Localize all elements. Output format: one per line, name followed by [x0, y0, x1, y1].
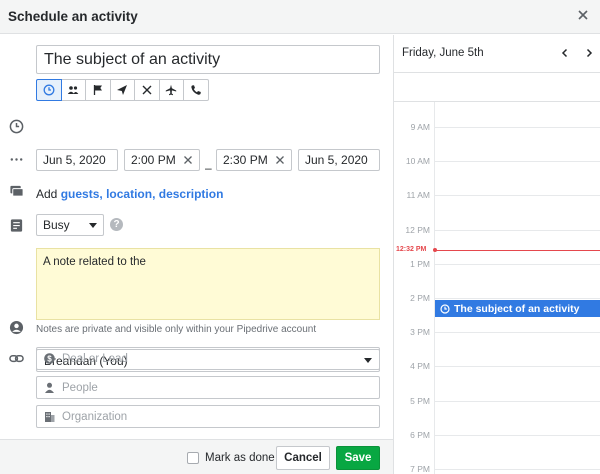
meeting-icon [68, 86, 79, 94]
hour-label: 12 PM [405, 224, 430, 235]
type-deadline-button[interactable] [85, 79, 111, 101]
hour-label: 5 PM [410, 395, 430, 406]
all-day-row[interactable] [394, 74, 600, 102]
chevron-right-icon[interactable] [582, 46, 596, 60]
cancel-button[interactable]: Cancel [276, 446, 330, 470]
hour-gridline [434, 366, 600, 368]
clock-row-icon [8, 118, 24, 134]
hour-label: 4 PM [410, 361, 430, 372]
hour-label: 1 PM [410, 258, 430, 269]
start-time-input[interactable]: 2:00 PM [124, 149, 200, 171]
clear-start-time-icon[interactable] [183, 155, 193, 165]
hour-gridline [434, 332, 600, 334]
deal-or-lead-input[interactable]: $ Deal or Lead [36, 347, 380, 370]
note-textarea[interactable]: A note related to the [36, 248, 380, 320]
hour-gridline [434, 434, 600, 436]
organization-input[interactable]: Organization [36, 405, 380, 428]
add-location-link[interactable]: location, [106, 187, 155, 201]
type-email-button[interactable] [109, 79, 135, 101]
mark-as-done-toggle[interactable]: Mark as done [187, 452, 275, 464]
hour-gridline [434, 469, 600, 470]
more-icon [8, 151, 24, 167]
mark-as-done-checkbox[interactable] [187, 452, 199, 464]
add-description-link[interactable]: description [159, 187, 224, 201]
link-icon [8, 350, 24, 366]
hour-label: 9 AM [410, 122, 430, 132]
svg-text:$: $ [47, 354, 52, 363]
day-calendar: Friday, June 5th 9 AM 10 AM 11 AM 12 PM 1 PM… [393, 35, 600, 474]
send-icon [117, 85, 128, 95]
clock-icon [43, 84, 55, 96]
type-phone-button[interactable] [183, 79, 209, 101]
note-icon [8, 217, 24, 233]
user-icon [8, 319, 24, 335]
flag-icon [93, 85, 102, 95]
hour-label: 3 PM [410, 327, 430, 338]
hour-gridline [434, 127, 600, 128]
calendar-date: Friday, June 5th [402, 47, 484, 59]
clock-icon [440, 303, 450, 314]
dollar-icon: $ [44, 353, 55, 364]
current-time-line [435, 250, 600, 251]
hour-label: 7 PM [410, 464, 430, 474]
lunch-icon [142, 85, 152, 95]
chevron-left-icon[interactable] [558, 46, 572, 60]
type-lunch-button[interactable] [134, 79, 160, 101]
end-date-input[interactable]: Jun 5, 2020 [298, 149, 380, 171]
hour-gridline [434, 229, 600, 231]
hour-gridline [434, 161, 600, 163]
hour-label: 10 AM [405, 156, 430, 167]
type-travel-button[interactable] [158, 79, 184, 101]
person-input[interactable]: People [36, 376, 380, 399]
person-icon [45, 382, 54, 393]
save-button[interactable]: Save [336, 446, 380, 470]
note-privacy-hint: Notes are private and visible only withi… [36, 324, 317, 335]
add-details-line: Add guests, location, description [36, 187, 224, 201]
hour-gridline [434, 298, 600, 299]
help-icon[interactable]: ? [110, 218, 123, 231]
hour-label: 11 AM [406, 190, 430, 201]
type-call-button[interactable] [36, 79, 62, 101]
hour-label: 6 PM [410, 429, 430, 440]
hour-label: 2 PM [410, 293, 430, 303]
add-guests-link[interactable]: guests, [61, 187, 103, 201]
end-time-input[interactable]: 2:30 PM [216, 149, 292, 171]
start-date-input[interactable]: Jun 5, 2020 [36, 149, 118, 171]
time-column-divider [434, 102, 435, 474]
dialog-header: Schedule an activity [0, 0, 600, 34]
hour-gridline [434, 263, 600, 265]
availability-select[interactable]: Busy [36, 214, 104, 236]
dialog-footer: Mark as done Cancel Save [0, 439, 393, 474]
subject-input[interactable] [36, 45, 380, 74]
building-icon [45, 412, 55, 422]
current-time-label: 12:32 PM [396, 246, 427, 253]
hour-gridline [434, 400, 600, 402]
clear-end-time-icon[interactable] [275, 155, 285, 165]
type-meeting-button[interactable] [60, 79, 86, 101]
calendar-event[interactable]: The subject of an activity [435, 300, 600, 317]
activity-form: Jun 5, 2020 2:00 PM – 2:30 PM Jun 5, 202… [0, 35, 393, 439]
close-icon[interactable] [576, 8, 590, 22]
calendar-header: Friday, June 5th [394, 35, 600, 73]
dialog-title: Schedule an activity [8, 9, 138, 24]
plane-icon [166, 84, 177, 96]
availability-icon [8, 182, 24, 198]
chevron-down-icon [89, 222, 97, 228]
activity-type-selector [36, 79, 209, 101]
time-range-dash: – [205, 161, 212, 175]
phone-icon [191, 85, 201, 95]
hour-gridline [434, 195, 600, 197]
